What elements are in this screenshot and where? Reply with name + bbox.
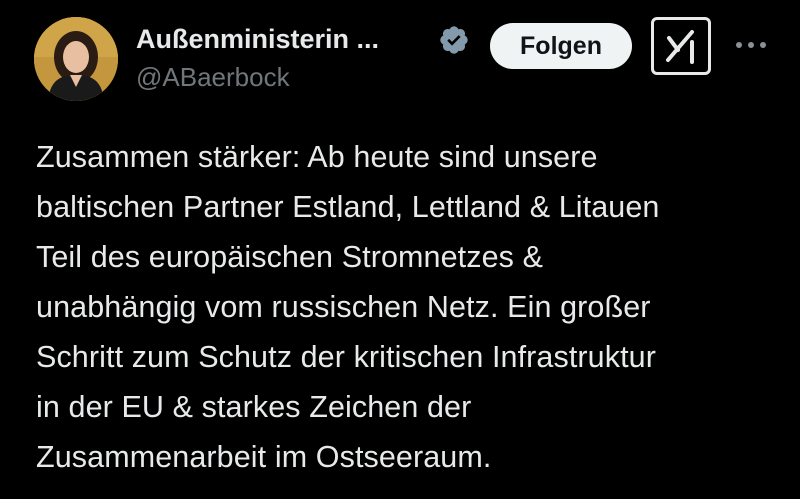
author-handle[interactable]: @ABaerbock: [136, 58, 379, 96]
tweet-text: Zusammen stärker: Ab heute sind unsere b…: [36, 140, 660, 474]
tweet-header: Außenministerin ... @ABaerbock Folgen: [0, 0, 800, 110]
author-name-block: Außenministerin ... @ABaerbock: [136, 20, 379, 96]
follow-button[interactable]: Folgen: [490, 23, 632, 69]
verified-badge-icon: [438, 24, 470, 56]
more-dots-icon[interactable]: [731, 30, 771, 60]
author-display-name[interactable]: Außenministerin ...: [136, 20, 379, 58]
grok-icon[interactable]: [651, 17, 711, 75]
author-avatar[interactable]: [34, 17, 118, 101]
avatar-image: [34, 17, 118, 101]
